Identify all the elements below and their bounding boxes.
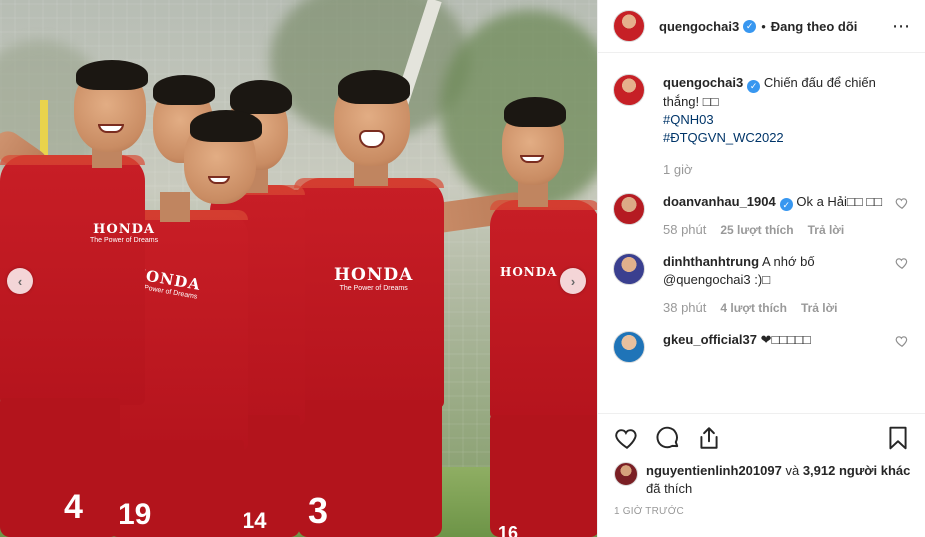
like-heart-icon[interactable] xyxy=(614,425,640,451)
verified-badge-icon: ✓ xyxy=(779,198,793,211)
comment-timestamp: 58 phút xyxy=(663,222,707,237)
liked-by: nguyentienlinh201097 và 3,912 người khác… xyxy=(614,462,911,498)
post-side-panel: quengochai3 ✓ • Đang theo dõi ⋯ quengoch… xyxy=(597,0,925,537)
verified-badge-icon: ✓ xyxy=(747,79,761,93)
likes-count[interactable]: 3,912 người khác xyxy=(803,463,911,478)
liked-suffix: đã thích xyxy=(646,481,693,496)
reply-button[interactable]: Trả lời xyxy=(808,221,845,239)
post-timestamp: 1 GIỜ TRƯỚC xyxy=(614,506,684,517)
sponsor-logo: HONDA The Power of Dreams xyxy=(90,222,159,244)
post-header: quengochai3 ✓ • Đang theo dõi ⋯ xyxy=(598,0,925,53)
like-comment-heart-icon[interactable] xyxy=(895,196,909,210)
player-4: HONDA The Power of Dreams 4 xyxy=(0,60,160,537)
chevron-right-icon: › xyxy=(570,273,576,289)
hashtag-link[interactable]: #QNH03 xyxy=(663,111,909,129)
caption: quengochai3 ✓ Chiến đấu để chiến thắng! □… xyxy=(613,74,909,179)
comment-likes-count[interactable]: 25 lượt thích xyxy=(720,221,793,239)
avatar[interactable] xyxy=(613,253,645,285)
action-icons-row xyxy=(614,414,911,462)
player-16: HONDA 16 xyxy=(388,95,597,537)
jersey-number: 16 xyxy=(498,523,519,537)
avatar[interactable] xyxy=(613,74,645,106)
more-options-icon[interactable]: ⋯ xyxy=(892,17,911,35)
previous-photo-button[interactable]: ‹ xyxy=(7,268,33,294)
hashtag-link[interactable]: #ĐTQGVN_WC2022 xyxy=(663,129,909,147)
bookmark-icon[interactable] xyxy=(885,425,911,451)
like-comment-heart-icon[interactable] xyxy=(895,334,909,348)
author-username[interactable]: quengochai3 xyxy=(659,19,739,34)
verified-badge-icon: ✓ xyxy=(743,19,757,33)
liked-by-username[interactable]: nguyentienlinh201097 xyxy=(646,463,782,478)
comment-icon[interactable] xyxy=(655,425,681,451)
avatar[interactable] xyxy=(613,192,645,225)
comment-item: gkeu_official37 ❤□□□□□ xyxy=(613,331,909,363)
comment-timestamp: 38 phút xyxy=(663,300,707,315)
comment-username[interactable]: dinhthanhtrung xyxy=(663,254,759,269)
sponsor-logo: HONDA xyxy=(500,265,558,279)
liked-conjunction: và xyxy=(785,463,800,478)
jersey-number: 4 xyxy=(64,488,83,526)
post-photo[interactable]: HONDA 16 HONDA The Power of Dreams 3 14 … xyxy=(0,0,597,537)
comment-likes-count[interactable]: 4 lượt thích xyxy=(720,299,787,317)
like-comment-heart-icon[interactable] xyxy=(895,256,909,270)
comments-list[interactable]: quengochai3 ✓ Chiến đấu để chiến thắng! □… xyxy=(598,54,925,413)
comment-text: ❤□□□□□ xyxy=(760,332,811,347)
instagram-post: HONDA 16 HONDA The Power of Dreams 3 14 … xyxy=(0,0,925,537)
chevron-left-icon: ‹ xyxy=(17,273,23,289)
comment-username[interactable]: gkeu_official37 xyxy=(663,332,757,347)
sponsor-logo: HONDA The Power of Dreams xyxy=(334,265,414,292)
comment-item: dinhthanhtrung A nhớ bố @quengochai3 :)□… xyxy=(613,253,909,317)
avatar[interactable] xyxy=(613,10,645,42)
share-icon[interactable] xyxy=(696,425,722,451)
post-actions: nguyentienlinh201097 và 3,912 người khác… xyxy=(598,413,925,537)
following-button[interactable]: Đang theo dõi xyxy=(771,19,858,34)
comment-username[interactable]: doanvanhau_1904 xyxy=(663,194,776,209)
reply-button[interactable]: Trả lời xyxy=(801,299,838,317)
separator-dot: • xyxy=(761,18,766,34)
jersey-number: 3 xyxy=(308,490,329,531)
caption-username[interactable]: quengochai3 xyxy=(663,75,743,90)
comment-text: Ok a Hải□□ □□ xyxy=(796,193,882,209)
caption-timestamp: 1 giờ xyxy=(663,161,693,177)
next-photo-button[interactable]: › xyxy=(560,268,586,294)
comment-item: doanvanhau_1904 ✓ Ok a Hải□□ □□ 58 phút 2… xyxy=(613,192,909,240)
avatar[interactable] xyxy=(614,462,638,486)
avatar[interactable] xyxy=(613,331,645,363)
